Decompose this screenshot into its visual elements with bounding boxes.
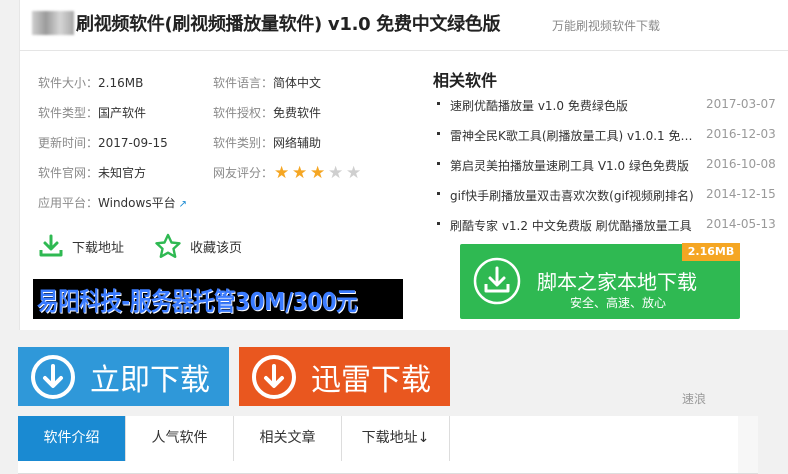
info-value: Windows平台 [98,196,176,210]
info-type: 软件类型：国产软件 [38,104,146,121]
related-item-date: 2014-12-15 [706,187,776,201]
info-website: 软件官网：未知官方 [38,164,146,181]
info-size: 软件大小：2.16MB [38,74,143,91]
info-label: 软件类型： [38,106,99,120]
info-label: 软件授权： [213,106,274,120]
download-now-button[interactable]: 立即下载 [18,347,229,406]
star-outline-icon [155,233,181,258]
tab-download-address[interactable]: 下载地址↓ [342,416,450,461]
rating-stars[interactable]: ★ ★ ★ ★ ★ [274,165,364,182]
info-label: 软件语言： [213,76,274,90]
related-list: 速刷优酷播放量 v1.0 免费绿色版 2017-03-07 雷神全民K歌工具(刷播… [433,93,776,243]
favorite-link[interactable]: 收藏该页 [154,233,242,259]
info-label: 软件官网： [38,166,99,180]
download-arrow-icon [39,234,63,257]
external-link-icon[interactable]: ↗ [179,199,187,210]
star-icon[interactable]: ★ [310,165,328,182]
info-value: 免费软件 [273,106,322,120]
download-circle-icon [31,354,75,399]
download-circle-icon [473,257,521,305]
info-label: 软件大小： [38,76,99,90]
speed-text: 速浪 [682,392,707,406]
related-item-name[interactable]: 雷神全民K歌工具(刷播放量工具) v1.0.1 免费版 [450,127,700,144]
related-item[interactable]: 雷神全民K歌工具(刷播放量工具) v1.0.1 免费版 2016-12-03 [433,123,776,153]
info-value: 未知官方 [98,166,147,180]
related-item-name[interactable]: 速刷优酷播放量 v1.0 免费绿色版 [450,97,700,114]
download-address-link[interactable]: 下载地址 [38,234,124,258]
info-language: 软件语言：简体中文 [213,74,321,91]
size-badge: 2.16MB [682,243,740,261]
info-category: 软件类别：网络辅助 [213,134,321,151]
info-value: 国产软件 [98,106,147,120]
tab-bar-edge [738,416,758,473]
blurred-logo [32,11,74,35]
info-label: 软件类别： [213,136,274,150]
star-icon[interactable]: ★ [292,165,310,182]
related-item-name[interactable]: 第启灵美拍播放量速刷工具 V1.0 绿色免费版 [450,157,700,174]
info-label: 更新时间： [38,136,99,150]
star-icon[interactable]: ★ [328,165,346,182]
info-value: 2017-09-15 [98,136,168,150]
download-now-label: 立即下载 [90,362,210,398]
info-rating: 网友评分： [213,164,273,181]
favorite-label: 收藏该页 [190,240,243,256]
star-icon[interactable]: ★ [274,165,292,182]
page-title: 刷视频软件(刷视频播放量软件) v1.0 免费中文绿色版 [76,14,501,35]
ad-banner-text: 易阳科技-服务器托管30M/300元 [37,287,358,316]
related-item-date: 2016-12-03 [706,127,776,141]
info-platform: 应用平台：Windows平台 ↗ [38,194,187,211]
bullet [437,222,440,225]
info-value: 网络辅助 [273,136,322,150]
local-download-sub: 安全、高速、放心 [570,296,667,310]
related-item-date: 2017-03-07 [706,97,776,111]
bullet [437,102,440,105]
info-label: 应用平台： [38,196,99,210]
related-item[interactable]: 第启灵美拍播放量速刷工具 V1.0 绿色免费版 2016-10-08 [433,153,776,183]
ad-banner[interactable]: 易阳科技-服务器托管30M/300元 [33,279,403,319]
info-updated: 更新时间：2017-09-15 [38,134,168,151]
info-label: 网友评分： [213,166,274,180]
bullet [437,192,440,195]
tab-related-articles[interactable]: 相关文章 [234,416,342,461]
info-value: 2.16MB [98,76,144,90]
info-license: 软件授权：免费软件 [213,104,321,121]
related-item-date: 2014-05-13 [706,217,776,231]
tab-bar: 软件介绍 人气软件 相关文章 下载地址↓ [18,416,758,474]
download-circle-icon [252,354,296,399]
thunder-download-button[interactable]: 迅雷下载 [239,347,450,406]
related-title: 相关软件 [433,71,498,90]
related-item-name[interactable]: 刷酷专家 v1.2 中文免费版 刷优酷播放量工具 [450,217,700,234]
tab-popular-software[interactable]: 人气软件 [126,416,234,461]
thunder-download-label: 迅雷下载 [311,362,431,398]
related-item[interactable]: 速刷优酷播放量 v1.0 免费绿色版 2017-03-07 [433,93,776,123]
related-item[interactable]: 刷酷专家 v1.2 中文免费版 刷优酷播放量工具 2014-05-13 [433,213,776,243]
star-icon[interactable]: ★ [346,165,364,182]
related-item-name[interactable]: gif快手刷播放量双击喜欢次数(gif视频刷排名) [450,187,700,204]
local-download-label: 脚本之家本地下载 [537,270,697,294]
download-address-label: 下载地址 [72,240,125,256]
tab-software-intro[interactable]: 软件介绍 [18,416,126,461]
related-item-date: 2016-10-08 [706,157,776,171]
bullet [437,132,440,135]
info-value: 简体中文 [273,76,322,90]
bullet [437,162,440,165]
related-item[interactable]: gif快手刷播放量双击喜欢次数(gif视频刷排名) 2014-12-15 [433,183,776,213]
page-subtitle: 万能刷视频软件下载 [552,19,661,33]
